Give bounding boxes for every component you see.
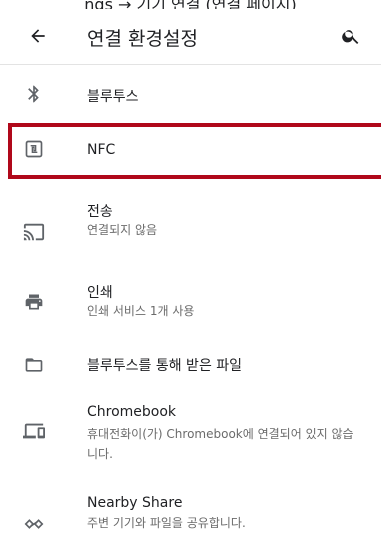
appbar-divider (0, 64, 381, 65)
search-button[interactable] (337, 22, 365, 50)
setting-summary: 인쇄 서비스 1개 사용 (87, 304, 195, 318)
back-button[interactable] (24, 22, 52, 50)
page-title: 연결 환경설정 (87, 28, 198, 50)
setting-summary: 휴대전화이(가) Chromebook에 연결되어 있지 않습니다. (87, 427, 354, 461)
setting-item-print[interactable]: 인쇄 인쇄 서비스 1개 사용 (0, 270, 381, 340)
setting-item-cast[interactable]: 전송 연결되지 않음 (0, 190, 381, 260)
setting-item-nearby-share[interactable]: Nearby Share 주변 기기와 파일을 공유합니다. (0, 490, 381, 550)
highlight-box (8, 123, 381, 179)
setting-summary: 연결되지 않음 (87, 223, 158, 237)
setting-label: Nearby Share (87, 495, 183, 511)
screenshot-caption: ngs → 기기 연결 (연결 페이지) (0, 0, 381, 9)
setting-item-bluetooth-files[interactable]: 블루투스를 통해 받은 파일 (0, 345, 381, 401)
devices-icon (22, 419, 46, 443)
setting-item-bluetooth[interactable]: 블루투스 (0, 66, 381, 122)
arrow-back-icon (31, 29, 45, 43)
app-bar: 연결 환경설정 (0, 12, 381, 60)
settings-screen: ngs → 기기 연결 (연결 페이지) 연결 환경설정 블루투스 (0, 0, 381, 550)
cast-icon (22, 220, 46, 244)
folder-icon (22, 353, 46, 377)
setting-label: 인쇄 (87, 285, 113, 301)
setting-label: 전송 (87, 204, 113, 220)
setting-summary: 주변 기기와 파일을 공유합니다. (87, 516, 246, 530)
print-icon (22, 290, 46, 314)
setting-label: Chromebook (87, 404, 177, 420)
setting-item-chromebook[interactable]: Chromebook 휴대전화이(가) Chromebook에 연결되어 있지 … (0, 404, 381, 480)
nearby-share-icon (22, 512, 46, 536)
bluetooth-icon (22, 82, 46, 106)
search-icon (342, 30, 359, 44)
setting-label: 블루투스 (87, 89, 139, 105)
setting-label: 블루투스를 통해 받은 파일 (87, 358, 243, 374)
